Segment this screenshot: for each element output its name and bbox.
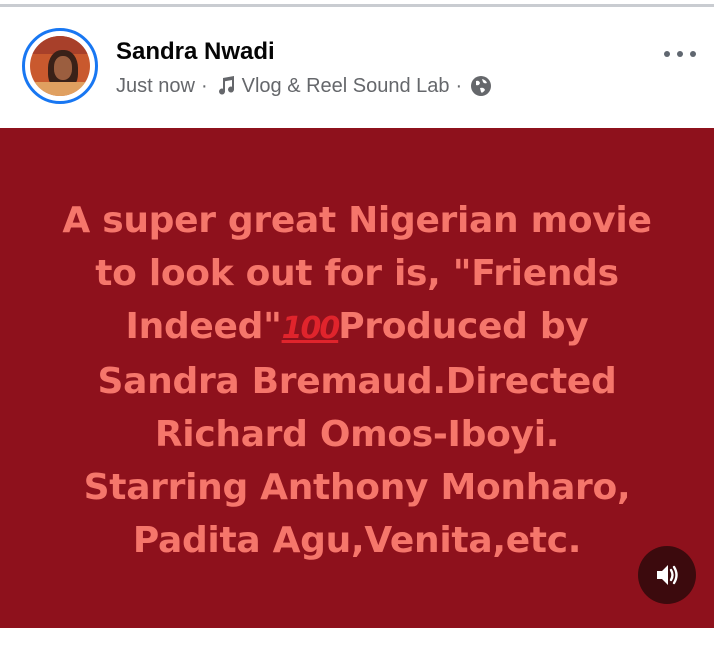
post-text-line: Sandra Bremaud.Directed xyxy=(97,361,617,402)
avatar-image xyxy=(30,36,90,96)
separator: · xyxy=(455,74,463,97)
post-media[interactable]: A super great Nigerian movie to look out… xyxy=(0,128,714,628)
globe-icon[interactable] xyxy=(470,75,492,97)
separator: · xyxy=(200,74,208,97)
hundred-points-emoji: 100 xyxy=(281,311,341,346)
avatar[interactable] xyxy=(22,28,98,104)
sound-toggle-button[interactable] xyxy=(638,546,696,604)
more-options-icon xyxy=(690,51,696,57)
post-text-line: Richard Omos-Iboyi. xyxy=(154,414,560,455)
post-meta: Just now · Vlog & Reel Sound Lab · xyxy=(116,72,492,100)
avatar-lower xyxy=(30,82,90,96)
post-text-line: Starring Anthony Monharo, xyxy=(83,467,631,508)
post-text-line: Indeed"100Produced by xyxy=(40,300,674,355)
more-options-button[interactable] xyxy=(660,42,700,66)
more-options-icon xyxy=(677,51,683,57)
post-text-fragment: Produced by xyxy=(338,306,589,347)
post-text: A super great Nigerian movie to look out… xyxy=(40,194,674,567)
music-note-icon xyxy=(218,76,234,95)
avatar-face xyxy=(54,56,72,80)
post-text-line: A super great Nigerian movie xyxy=(62,200,652,241)
top-divider xyxy=(0,0,714,8)
post-header: Sandra Nwadi Just now · Vlog & Reel Soun… xyxy=(0,8,714,128)
bottom-strip xyxy=(0,628,714,648)
author-name[interactable]: Sandra Nwadi xyxy=(116,38,275,66)
post-text-fragment: Indeed" xyxy=(125,306,282,347)
post-text-line: to look out for is, "Friends xyxy=(95,253,619,294)
more-options-icon xyxy=(664,51,670,57)
audio-label[interactable]: Vlog & Reel Sound Lab xyxy=(242,75,450,98)
speaker-icon xyxy=(657,565,678,585)
divider-line xyxy=(0,4,714,7)
post-text-line: Padita Agu,Venita,etc. xyxy=(132,520,582,561)
timestamp[interactable]: Just now xyxy=(116,75,195,98)
